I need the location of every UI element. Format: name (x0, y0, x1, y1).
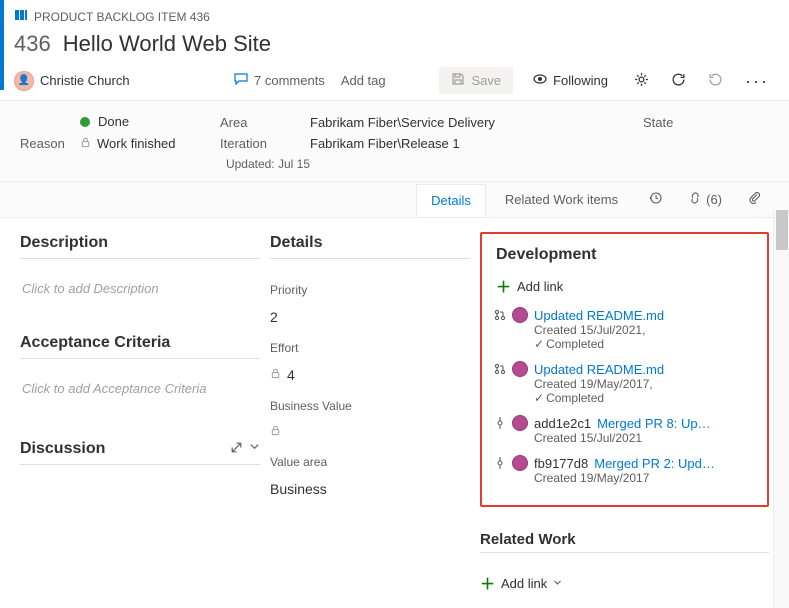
dev-link-item[interactable]: fb9177d8 Merged PR 2: Upd…Created 19/May… (496, 455, 753, 485)
commit-icon (494, 417, 506, 432)
pull-request-icon (494, 309, 506, 324)
add-tag-button[interactable]: Add tag (335, 70, 392, 91)
avatar: 👤 (14, 71, 34, 91)
undo-icon (708, 72, 723, 90)
description-heading: Description (20, 232, 260, 259)
scrollbar-thumb[interactable] (776, 210, 788, 250)
expand-icon[interactable] (230, 441, 243, 457)
reason-value: Work finished (97, 136, 176, 151)
tab-attachments[interactable] (737, 182, 773, 217)
tab-related-work[interactable]: Related Work items (490, 183, 633, 216)
dev-link-title[interactable]: Updated README.md (534, 308, 664, 323)
lock-icon (270, 425, 281, 439)
dev-link-meta: Created 15/Jul/2021 (534, 431, 753, 445)
commit-hash: add1e2c1 (534, 416, 591, 431)
avatar (512, 415, 528, 431)
commit-hash: fb9177d8 (534, 456, 588, 471)
iteration-value[interactable]: Fabrikam Fiber\Release 1 (310, 136, 643, 151)
related-work-heading: Related Work (480, 531, 769, 553)
avatar (512, 455, 528, 471)
work-item-title[interactable]: Hello World Web Site (63, 31, 271, 57)
assignee-name: Christie Church (40, 73, 130, 88)
comments-button[interactable]: 7 comments (234, 72, 325, 89)
value-area-value[interactable]: Business (270, 481, 470, 497)
business-value-label: Business Value (270, 399, 470, 413)
plus-icon: ＋ (496, 276, 511, 297)
assignee-field[interactable]: 👤 Christie Church (14, 71, 224, 91)
dev-link-meta: Created 19/May/2017 (534, 471, 753, 485)
development-heading: Development (496, 244, 753, 270)
gear-icon (634, 72, 649, 90)
plus-icon: ＋ (480, 573, 495, 594)
priority-label: Priority (270, 283, 470, 297)
dev-link-title[interactable]: Updated README.md (534, 362, 664, 377)
refresh-icon (671, 72, 686, 90)
description-placeholder[interactable]: Click to add Description (20, 277, 260, 300)
undo-button[interactable] (702, 68, 729, 94)
development-section-highlight: Development ＋ Add link Updated README.md… (480, 232, 769, 507)
details-heading: Details (270, 232, 470, 259)
chevron-down-icon (553, 578, 562, 590)
link-icon (688, 191, 702, 208)
pbi-type-icon (14, 8, 28, 25)
dev-link-item[interactable]: Updated README.mdCreated 15/Jul/2021,✓Co… (496, 307, 753, 351)
lock-icon (80, 137, 91, 151)
chevron-down-icon[interactable] (249, 441, 260, 457)
dev-link-title[interactable]: Merged PR 8: Up… (597, 416, 710, 431)
lock-icon (270, 368, 281, 382)
dev-link-item[interactable]: Updated README.mdCreated 19/May/2017,✓Co… (496, 361, 753, 405)
dev-link-item[interactable]: add1e2c1 Merged PR 8: Up…Created 15/Jul/… (496, 415, 753, 445)
refresh-button[interactable] (665, 68, 692, 94)
tab-details[interactable]: Details (416, 184, 486, 217)
priority-value[interactable]: 2 (270, 309, 470, 325)
avatar (512, 307, 528, 323)
value-area-label: Value area (270, 455, 470, 469)
iteration-label: Iteration (220, 136, 310, 151)
acceptance-placeholder[interactable]: Click to add Acceptance Criteria (20, 377, 260, 400)
effort-label: Effort (270, 341, 470, 355)
breadcrumb[interactable]: PRODUCT BACKLOG ITEM 436 (34, 10, 210, 24)
business-value-value[interactable] (270, 425, 470, 439)
area-label: Area (220, 115, 310, 130)
updated-text: Updated: Jul 15 (220, 157, 310, 171)
state-dot-icon (80, 117, 90, 127)
area-value[interactable]: Fabrikam Fiber\Service Delivery (310, 115, 643, 130)
related-add-link-button[interactable]: ＋ Add link (480, 573, 769, 594)
comment-icon (234, 72, 248, 89)
state-label: State (643, 115, 673, 130)
dev-link-meta: Created 15/Jul/2021, (534, 323, 753, 337)
attachment-icon (748, 191, 762, 208)
check-icon: ✓ (534, 337, 544, 351)
settings-button[interactable] (628, 68, 655, 94)
add-link-button[interactable]: ＋ Add link (496, 276, 753, 297)
save-icon (451, 72, 465, 89)
discussion-heading: Discussion (20, 440, 105, 458)
more-actions-button[interactable]: ··· (739, 76, 775, 86)
commit-icon (494, 457, 506, 472)
eye-icon (533, 72, 547, 89)
history-icon (648, 191, 662, 208)
work-item-id: 436 (14, 31, 51, 57)
avatar (512, 361, 528, 377)
check-icon: ✓ (534, 391, 544, 405)
effort-value[interactable]: 4 (270, 367, 470, 383)
tab-links[interactable]: (6) (677, 182, 733, 217)
dev-link-meta: Created 19/May/2017, (534, 377, 753, 391)
pull-request-icon (494, 363, 506, 378)
dev-link-title[interactable]: Merged PR 2: Upd… (594, 456, 715, 471)
follow-button[interactable]: Following (523, 68, 618, 93)
vertical-scrollbar[interactable] (773, 210, 789, 608)
acceptance-heading: Acceptance Criteria (20, 332, 260, 359)
tab-history[interactable] (637, 182, 673, 217)
save-button[interactable]: Save (439, 67, 513, 94)
state-value[interactable]: Done (98, 114, 129, 129)
